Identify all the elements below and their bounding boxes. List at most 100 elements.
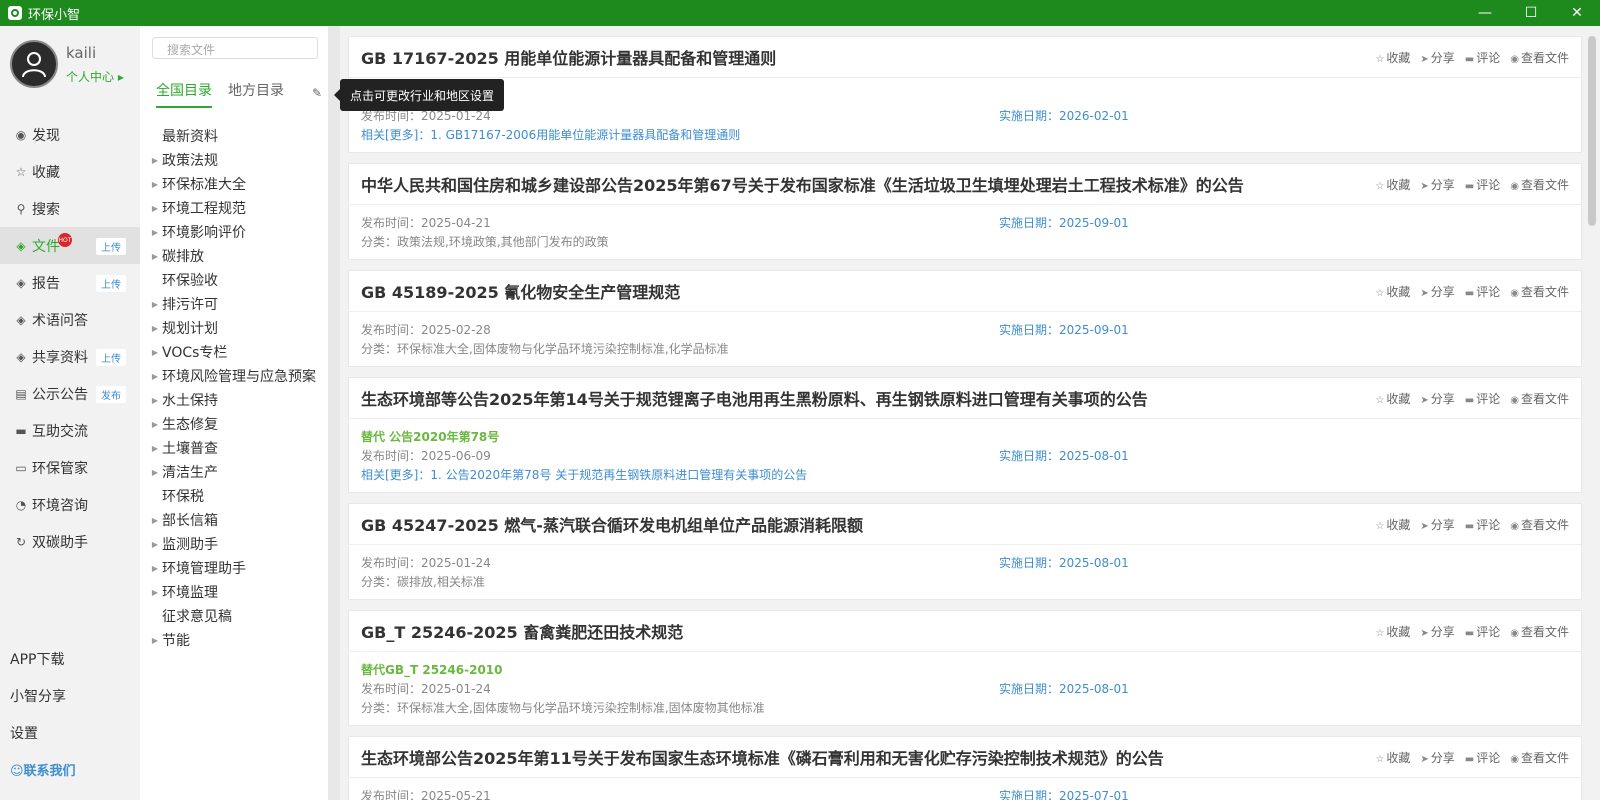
- view-file-button[interactable]: ◉ 查看文件: [1510, 49, 1569, 66]
- avatar[interactable]: [10, 40, 58, 88]
- view-file-button[interactable]: ◉ 查看文件: [1510, 283, 1569, 300]
- tree-item[interactable]: ▶ 碳排放: [148, 244, 328, 268]
- tree-item[interactable]: 环保税: [148, 484, 328, 508]
- nav-item-exchange[interactable]: ▬ 互助交流: [0, 412, 140, 449]
- search-input[interactable]: 搜索文件: [152, 37, 318, 59]
- tree-item[interactable]: ▶ 清洁生产: [148, 460, 328, 484]
- document-card[interactable]: 中华人民共和国住房和城乡建设部公告2025年第67号关于发布国家标准《生活垃圾卫…: [348, 163, 1582, 260]
- comment-button[interactable]: ▬ 评论: [1465, 176, 1500, 193]
- settings-link[interactable]: 设置: [0, 714, 140, 751]
- tree-item[interactable]: ▶ 土壤普查: [148, 436, 328, 460]
- document-title[interactable]: GB 45247-2025 燃气-蒸汽联合循环发电机组单位产品能源消耗限额: [361, 512, 1365, 536]
- document-card[interactable]: GB 45247-2025 燃气-蒸汽联合循环发电机组单位产品能源消耗限额 ☆ 收…: [348, 503, 1582, 600]
- share-button[interactable]: ➤ 分享: [1420, 623, 1454, 640]
- tree-item[interactable]: ▶ 监测助手: [148, 532, 328, 556]
- nav-item-terms-qa[interactable]: ◈ 术语问答: [0, 301, 140, 338]
- comment-button[interactable]: ▬ 评论: [1465, 49, 1500, 66]
- document-title[interactable]: 中华人民共和国住房和城乡建设部公告2025年第67号关于发布国家标准《生活垃圾卫…: [361, 172, 1365, 196]
- app-download-link[interactable]: APP下载: [0, 640, 140, 677]
- maximize-icon[interactable]: ☐: [1508, 0, 1554, 26]
- favorite-button[interactable]: ☆ 收藏: [1375, 749, 1410, 766]
- share-link[interactable]: 小智分享: [0, 677, 140, 714]
- nav-item-discover[interactable]: ◉ 发现: [0, 116, 140, 153]
- tree-item[interactable]: ▶ 环境管理助手: [148, 556, 328, 580]
- document-title[interactable]: GB 45189-2025 氰化物安全生产管理规范: [361, 279, 1365, 303]
- minimize-icon[interactable]: —: [1462, 0, 1508, 26]
- tree-item[interactable]: ▶ 政策法规: [148, 148, 328, 172]
- document-card[interactable]: GB 17167-2025 用能单位能源计量器具配备和管理通则 ☆ 收藏 ➤ 分享 …: [348, 36, 1582, 153]
- publish-badge[interactable]: 发布: [96, 386, 126, 403]
- document-card[interactable]: 生态环境部等公告2025年第14号关于规范锂离子电池用再生黑粉原料、再生钢铁原料…: [348, 377, 1582, 493]
- related-link[interactable]: 相关[更多]：1. GB17167-2006用能单位能源计量器具配备和管理通则: [361, 125, 1569, 144]
- favorite-button[interactable]: ☆ 收藏: [1375, 176, 1410, 193]
- nav-item-favorites[interactable]: ☆ 收藏: [0, 153, 140, 190]
- nav-item-files[interactable]: ◈ 文件 HOT 上传: [0, 227, 140, 264]
- view-file-button[interactable]: ◉ 查看文件: [1510, 390, 1569, 407]
- share-button[interactable]: ➤ 分享: [1420, 749, 1454, 766]
- document-card[interactable]: 生态环境部公告2025年第11号关于发布国家生态环境标准《磷石膏利用和无害化贮存…: [348, 736, 1582, 800]
- upload-badge[interactable]: 上传: [96, 238, 126, 255]
- user-profile: kaili 个人中心 ▸: [10, 40, 124, 88]
- share-button[interactable]: ➤ 分享: [1420, 176, 1454, 193]
- tab-national[interactable]: 全国目录: [156, 80, 212, 108]
- replaces-label[interactable]: 替代 公告2020年第78号: [361, 427, 1569, 446]
- upload-badge[interactable]: 上传: [96, 275, 126, 292]
- tree-item[interactable]: ▶ 环境监理: [148, 580, 328, 604]
- upload-badge[interactable]: 上传: [96, 349, 126, 366]
- share-button[interactable]: ➤ 分享: [1420, 390, 1454, 407]
- view-file-button[interactable]: ◉ 查看文件: [1510, 516, 1569, 533]
- favorite-button[interactable]: ☆ 收藏: [1375, 49, 1410, 66]
- document-card[interactable]: GB_T 25246-2025 畜禽粪肥还田技术规范 ☆ 收藏 ➤ 分享 ▬ 评论 ◉…: [348, 610, 1582, 726]
- comment-button[interactable]: ▬ 评论: [1465, 623, 1500, 640]
- share-button[interactable]: ➤ 分享: [1420, 516, 1454, 533]
- scrollbar[interactable]: [1588, 36, 1596, 226]
- related-link[interactable]: 相关[更多]：1. 公告2020年第78号 关于规范再生钢铁原料进口管理有关事项…: [361, 465, 1569, 484]
- tree-item[interactable]: ▶ 生态修复: [148, 412, 328, 436]
- document-title[interactable]: GB 17167-2025 用能单位能源计量器具配备和管理通则: [361, 45, 1365, 69]
- nav-item-search[interactable]: ⚲ 搜索: [0, 190, 140, 227]
- tree-item[interactable]: ▶ VOCs专栏: [148, 340, 328, 364]
- send-icon: ➤: [1420, 627, 1429, 639]
- document-title[interactable]: 生态环境部等公告2025年第14号关于规范锂离子电池用再生黑粉原料、再生钢铁原料…: [361, 386, 1365, 410]
- nav-item-reports[interactable]: ◈ 报告 上传: [0, 264, 140, 301]
- tree-item[interactable]: ▶ 规划计划: [148, 316, 328, 340]
- close-icon[interactable]: ✕: [1554, 0, 1600, 26]
- favorite-button[interactable]: ☆ 收藏: [1375, 283, 1410, 300]
- tree-item[interactable]: ▶ 节能: [148, 628, 328, 652]
- personal-center-link[interactable]: 个人中心 ▸: [66, 68, 124, 85]
- tree-item[interactable]: ▶ 水土保持: [148, 388, 328, 412]
- document-title[interactable]: 生态环境部公告2025年第11号关于发布国家生态环境标准《磷石膏利用和无害化贮存…: [361, 745, 1365, 769]
- tree-item[interactable]: ▶ 环境工程规范: [148, 196, 328, 220]
- tree-item[interactable]: 征求意见稿: [148, 604, 328, 628]
- nav-item-carbon[interactable]: ↻ 双碳助手: [0, 523, 140, 560]
- comment-button[interactable]: ▬ 评论: [1465, 390, 1500, 407]
- nav-item-steward[interactable]: ▭ 环保管家: [0, 449, 140, 486]
- edit-icon[interactable]: ✎: [312, 86, 322, 100]
- view-file-button[interactable]: ◉ 查看文件: [1510, 623, 1569, 640]
- comment-button[interactable]: ▬ 评论: [1465, 749, 1500, 766]
- comment-button[interactable]: ▬ 评论: [1465, 516, 1500, 533]
- favorite-button[interactable]: ☆ 收藏: [1375, 390, 1410, 407]
- tree-item[interactable]: ▶ 环境影响评价: [148, 220, 328, 244]
- nav-item-announcements[interactable]: ▤ 公示公告 发布: [0, 375, 140, 412]
- nav-item-consulting[interactable]: ◔ 环境咨询: [0, 486, 140, 523]
- favorite-button[interactable]: ☆ 收藏: [1375, 516, 1410, 533]
- replaces-label[interactable]: 替代GB_T 25246-2010: [361, 660, 1569, 679]
- favorite-button[interactable]: ☆ 收藏: [1375, 623, 1410, 640]
- share-button[interactable]: ➤ 分享: [1420, 283, 1454, 300]
- view-file-button[interactable]: ◉ 查看文件: [1510, 176, 1569, 193]
- tree-item[interactable]: ▶ 环境风险管理与应急预案: [148, 364, 328, 388]
- tree-item[interactable]: ▶ 环保标准大全: [148, 172, 328, 196]
- tree-item[interactable]: ▶ 部长信箱: [148, 508, 328, 532]
- tree-item[interactable]: 环保验收: [148, 268, 328, 292]
- comment-button[interactable]: ▬ 评论: [1465, 283, 1500, 300]
- tree-item[interactable]: 最新资料: [148, 124, 328, 148]
- nav-item-shared[interactable]: ◈ 共享资料 上传: [0, 338, 140, 375]
- document-card[interactable]: GB 45189-2025 氰化物安全生产管理规范 ☆ 收藏 ➤ 分享 ▬ 评论 ◉ 查…: [348, 270, 1582, 367]
- contact-link[interactable]: ☺联系我们: [0, 751, 140, 788]
- tab-local[interactable]: 地方目录: [228, 80, 284, 108]
- view-file-button[interactable]: ◉ 查看文件: [1510, 749, 1569, 766]
- tree-item[interactable]: ▶ 排污许可: [148, 292, 328, 316]
- share-button[interactable]: ➤ 分享: [1420, 49, 1454, 66]
- document-title[interactable]: GB_T 25246-2025 畜禽粪肥还田技术规范: [361, 619, 1365, 643]
